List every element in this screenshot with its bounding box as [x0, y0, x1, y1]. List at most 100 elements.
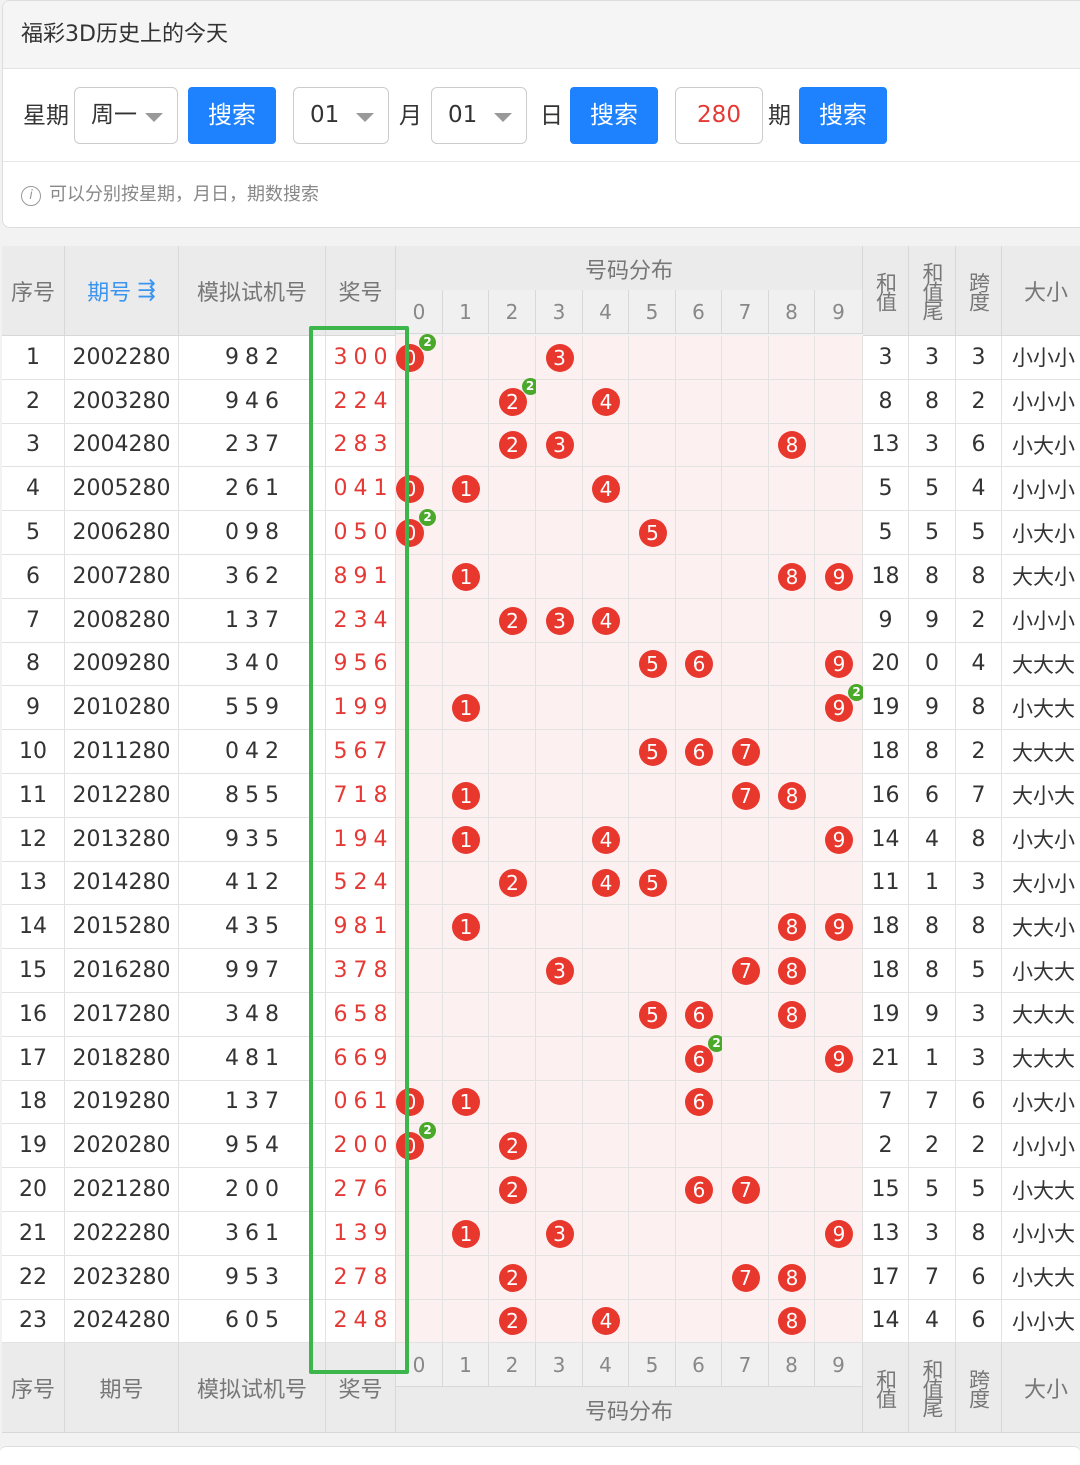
row-machine-number: 481	[179, 1036, 326, 1081]
header-sum-text: 和值	[873, 271, 898, 310]
row-machine-number: 200	[179, 1168, 326, 1212]
row-machine-number: 137	[179, 598, 326, 643]
row-sum-tail: 3	[909, 336, 956, 380]
row-sum: 18	[863, 730, 909, 774]
row-machine-number: 362	[179, 555, 326, 599]
distribution-cell	[536, 1124, 583, 1169]
row-period: 2007280	[65, 555, 179, 599]
distribution-cell	[536, 817, 583, 862]
footer-digit-3: 3	[536, 1343, 583, 1388]
row-period: 2023280	[65, 1255, 179, 1300]
distribution-cell	[722, 1212, 769, 1256]
distribution-cell	[629, 336, 676, 380]
row-sum: 18	[863, 555, 909, 599]
row-index: 8	[2, 642, 65, 687]
month-select[interactable]: 01	[293, 87, 389, 144]
number-ball: 9	[825, 825, 853, 854]
distribution-cell	[629, 1036, 676, 1081]
distribution-cell	[489, 511, 536, 555]
distribution-cell	[722, 1124, 769, 1169]
row-sum-tail: 6	[909, 774, 956, 818]
distribution-cell	[536, 686, 583, 731]
distribution-cell	[489, 642, 536, 687]
row-span: 3	[956, 993, 1002, 1037]
distribution-cell: 2	[489, 1124, 536, 1169]
row-index: 9	[2, 686, 65, 731]
footer-digit-9: 9	[815, 1343, 863, 1388]
number-ball: 4	[592, 825, 620, 854]
distribution-cell	[583, 336, 629, 380]
row-span: 5	[956, 511, 1002, 555]
row-sum-tail: 3	[909, 1212, 956, 1256]
month-label: 月	[399, 103, 422, 129]
distribution-cell: 2	[489, 423, 536, 468]
row-period: 2017280	[65, 993, 179, 1037]
distribution-cell	[676, 861, 722, 906]
distribution-cell: 3	[536, 423, 583, 468]
number-ball: 2	[498, 431, 527, 460]
number-ball: 2	[498, 387, 527, 416]
distribution-cell	[489, 1080, 536, 1125]
day-select[interactable]: 01	[431, 87, 527, 144]
row-index: 5	[2, 511, 65, 555]
row-sum-tail: 8	[909, 949, 956, 993]
footer-size: 大小	[1002, 1343, 1080, 1434]
row-period: 2015280	[65, 905, 179, 950]
distribution-cell: 8	[769, 993, 815, 1037]
row-size: 小大大	[1002, 686, 1080, 731]
distribution-cell	[769, 1168, 815, 1212]
row-sum: 20	[863, 642, 909, 687]
distribution-cell: 3	[536, 336, 583, 380]
footer-span: 跨度	[956, 1343, 1002, 1434]
row-index: 16	[2, 993, 65, 1037]
row-index: 1	[2, 336, 65, 380]
period-header-text: 期号	[87, 280, 132, 306]
distribution-cell	[676, 1255, 722, 1300]
distribution-cell	[815, 1124, 863, 1169]
number-ball: 1	[452, 825, 480, 854]
search-date-button[interactable]: 搜索	[570, 87, 658, 144]
weekday-select[interactable]: 周一	[74, 87, 178, 144]
row-size: 小大小	[1002, 511, 1080, 555]
sort-icon[interactable]: ⇶	[137, 278, 155, 303]
distribution-cell	[722, 905, 769, 950]
distribution-cell	[629, 774, 676, 818]
distribution-cell	[629, 1124, 676, 1169]
distribution-cell	[443, 993, 489, 1037]
period-input[interactable]: 280	[675, 87, 763, 144]
row-index: 12	[2, 817, 65, 862]
distribution-cell	[815, 774, 863, 818]
row-size: 大大大	[1002, 993, 1080, 1037]
header-digit-9: 9	[815, 290, 863, 334]
distribution-cell	[676, 1299, 722, 1344]
distribution-cell	[583, 555, 629, 599]
distribution-cell: 4	[583, 1299, 629, 1344]
footer-digit-2: 2	[489, 1343, 536, 1388]
distribution-cell	[722, 1299, 769, 1344]
number-ball: 6	[685, 1088, 713, 1117]
distribution-cell	[489, 336, 536, 380]
search-period-button[interactable]: 搜索	[799, 87, 887, 144]
header-period[interactable]: 期号 ⇶	[65, 246, 179, 336]
row-sum-tail: 4	[909, 1299, 956, 1344]
distribution-cell: 3	[536, 598, 583, 643]
row-machine-number: 348	[179, 993, 326, 1037]
row-sum: 11	[863, 861, 909, 906]
distribution-cell	[536, 861, 583, 906]
footer-index: 序号	[2, 1343, 65, 1434]
number-ball: 2	[498, 1307, 527, 1336]
distribution-cell	[583, 511, 629, 555]
header-digit-6: 6	[676, 290, 722, 334]
distribution-cell: 8	[769, 774, 815, 818]
distribution-cell	[815, 336, 863, 380]
distribution-cell	[769, 1080, 815, 1125]
row-sum: 16	[863, 774, 909, 818]
distribution-cell	[489, 467, 536, 512]
row-period: 2013280	[65, 817, 179, 862]
distribution-cell	[769, 1036, 815, 1081]
search-weekday-button[interactable]: 搜索	[188, 87, 276, 144]
row-sum: 13	[863, 1212, 909, 1256]
header-digit-5: 5	[629, 290, 676, 334]
distribution-cell	[815, 379, 863, 424]
row-index: 3	[2, 423, 65, 468]
